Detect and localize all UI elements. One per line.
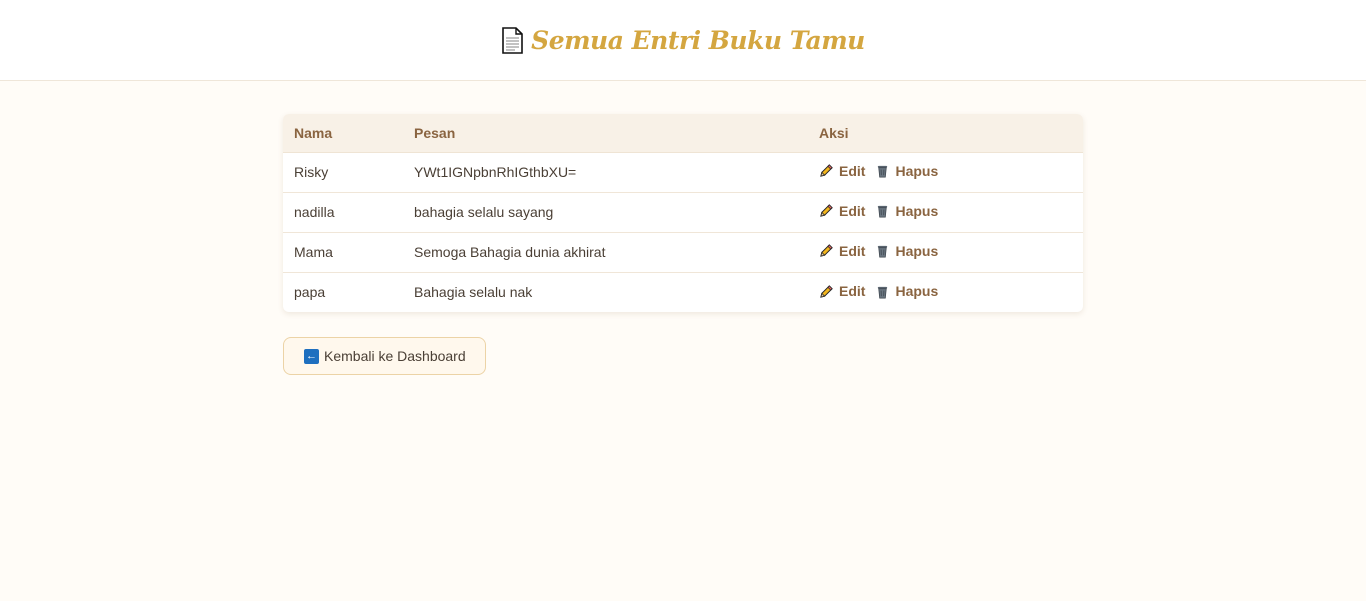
table-body: Risky YWt1IGNpbnRhIGthbXU= Edit Hapus nadill… — [283, 152, 1083, 312]
trash-icon — [875, 203, 890, 218]
column-header-aksi: Aksi — [808, 114, 1083, 153]
pencil-icon — [819, 243, 834, 258]
edit-button[interactable]: Edit — [819, 283, 865, 299]
table-row: nadilla bahagia selalu sayang Edit Hapus — [283, 192, 1083, 233]
trash-icon — [875, 163, 890, 178]
delete-label: Hapus — [895, 202, 939, 219]
left-arrow-icon: ← — [304, 348, 319, 364]
pencil-icon — [819, 284, 834, 299]
delete-label: Hapus — [895, 283, 939, 299]
table-row: Risky YWt1IGNpbnRhIGthbXU= Edit Hapus — [283, 152, 1083, 193]
trash-icon — [875, 243, 890, 258]
cell-nama: Risky — [283, 152, 403, 193]
trash-icon — [875, 284, 890, 299]
pencil-icon — [819, 163, 834, 178]
edit-label: Edit — [839, 162, 866, 179]
main-content: Nama Pesan Aksi Risky YWt1IGNpbnRhIGthbXU… — [283, 114, 1083, 375]
delete-button[interactable]: Hapus — [875, 243, 938, 259]
table-row: Mama Semoga Bahagia dunia akhirat Edit Hapu… — [283, 232, 1083, 273]
delete-button[interactable]: Hapus — [875, 163, 938, 179]
cell-nama: Mama — [283, 232, 403, 273]
delete-label: Hapus — [895, 242, 939, 259]
cell-pesan: bahagia selalu sayang — [403, 192, 808, 233]
edit-label: Edit — [839, 283, 866, 299]
edit-button[interactable]: Edit — [819, 163, 865, 179]
cell-nama: papa — [294, 284, 326, 301]
delete-button[interactable]: Hapus — [875, 283, 938, 299]
back-to-dashboard-button[interactable]: ← Kembali ke Dashboard — [283, 337, 486, 375]
cell-aksi: Edit Hapus — [808, 232, 1083, 273]
cell-aksi: Edit Hapus — [808, 192, 1083, 233]
title-wrap: Semua Entri Buku Tamu — [501, 26, 865, 55]
cell-pesan: Bahagia selalu nak — [414, 284, 533, 301]
pencil-icon — [819, 203, 834, 218]
table-header-row: Nama Pesan Aksi — [283, 114, 1083, 153]
guestbook-table: Nama Pesan Aksi Risky YWt1IGNpbnRhIGthbXU… — [283, 114, 1083, 312]
edit-label: Edit — [839, 202, 866, 219]
document-icon — [501, 26, 523, 54]
cell-pesan: YWt1IGNpbnRhIGthbXU= — [403, 152, 808, 193]
cell-aksi: Edit Hapus — [808, 272, 1083, 312]
table-row: papa Bahagia selalu nak Edit Hapus — [283, 272, 1083, 312]
cell-aksi: Edit Hapus — [808, 152, 1083, 193]
edit-label: Edit — [839, 242, 866, 259]
edit-button[interactable]: Edit — [819, 203, 865, 219]
back-button-label: Kembali ke Dashboard — [324, 348, 466, 364]
page-title: Semua Entri Buku Tamu — [531, 25, 865, 55]
delete-label: Hapus — [895, 162, 939, 179]
cell-nama: nadilla — [283, 192, 403, 233]
guestbook-table-card: Nama Pesan Aksi Risky YWt1IGNpbnRhIGthbXU… — [283, 114, 1083, 312]
delete-button[interactable]: Hapus — [875, 203, 938, 219]
edit-button[interactable]: Edit — [819, 243, 865, 259]
top-bar: Semua Entri Buku Tamu — [0, 0, 1366, 81]
column-header-pesan: Pesan — [403, 114, 808, 153]
column-header-nama: Nama — [283, 114, 403, 153]
cell-pesan: Semoga Bahagia dunia akhirat — [403, 232, 808, 273]
